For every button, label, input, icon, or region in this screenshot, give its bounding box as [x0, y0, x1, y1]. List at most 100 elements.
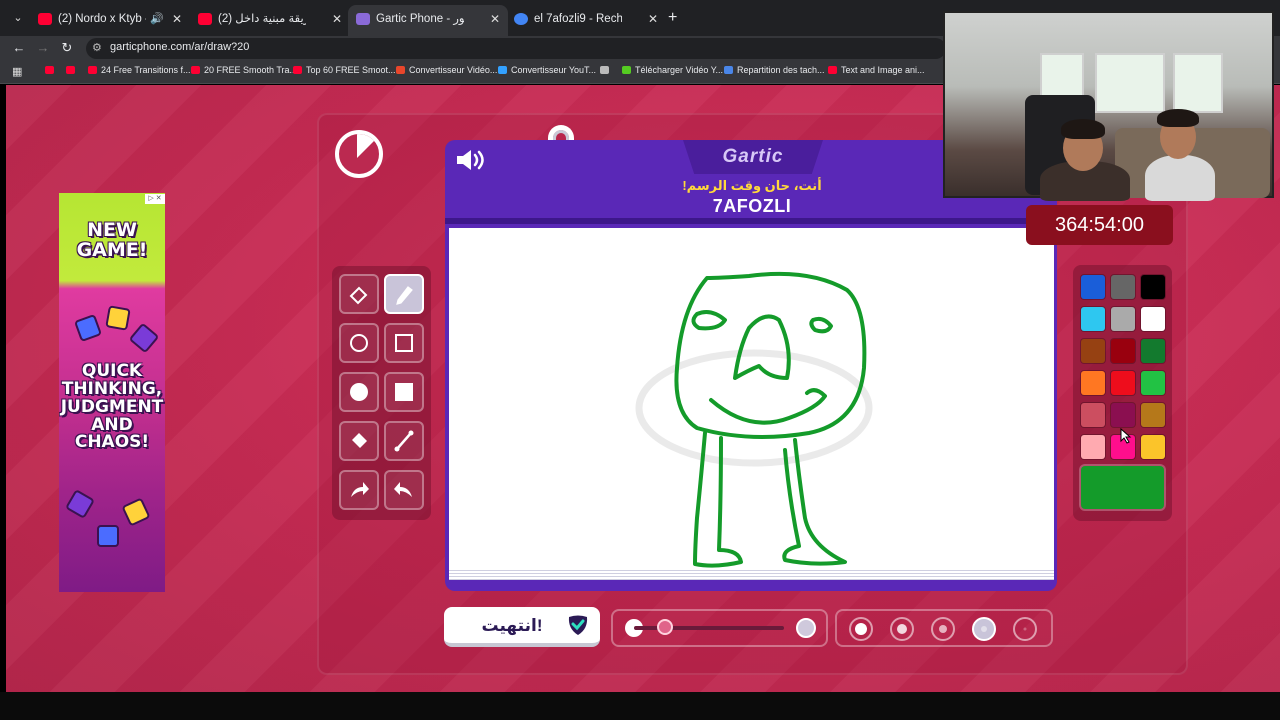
bookmark-favicon-icon: [396, 66, 405, 74]
url-text: garticphone.com/ar/draw?20: [110, 41, 250, 53]
bookmark-item[interactable]: Convertisseur Vidéo...: [396, 65, 497, 75]
pencil-tool[interactable]: [384, 274, 424, 314]
nose-stroke: [733, 314, 791, 380]
gartic-phone-icon: [356, 13, 370, 25]
fill-bucket-tool[interactable]: [339, 421, 379, 461]
bookmark-item[interactable]: 24 Free Transitions f...: [88, 65, 191, 75]
color-swatch[interactable]: [1081, 403, 1105, 427]
forward-arrow-icon[interactable]: →: [34, 38, 52, 58]
opacity-option[interactable]: [931, 617, 955, 641]
color-swatch[interactable]: [1141, 435, 1165, 459]
ad-dice-icon: [121, 497, 151, 527]
player-name: 7AFOZLI: [712, 196, 792, 216]
gartic-logo: Gartic: [722, 146, 784, 167]
tab-3[interactable]: el 7afozli9 - Recherche Google ✕: [506, 5, 666, 36]
screen: ⌄ (2) Nordo x Ktyb - Klem (Of 🔊 ✕ (2) مد…: [0, 0, 1280, 720]
color-swatch[interactable]: [1111, 403, 1135, 427]
rectangle-filled-tool[interactable]: [384, 372, 424, 412]
ad-tagline-line: CHAOS!: [74, 432, 150, 453]
tab-0[interactable]: (2) Nordo x Ktyb - Klem (Of 🔊 ✕: [30, 5, 190, 36]
opacity-dot: [1023, 627, 1027, 631]
tab-title: (2) مدينة عربية عريقة مبنية داخل: [218, 13, 306, 25]
bottom-black-bar: [0, 692, 1280, 720]
color-swatch[interactable]: [1081, 339, 1105, 363]
bookmark-item[interactable]: Repartition des tach...: [724, 65, 825, 75]
color-swatch[interactable]: [1081, 371, 1105, 395]
reload-icon[interactable]: ↻: [58, 38, 76, 58]
color-swatch[interactable]: [1141, 339, 1165, 363]
window: [1095, 53, 1165, 113]
person-left-hair: [1061, 119, 1105, 139]
speaker-icon[interactable]: 🔊: [150, 5, 164, 33]
bookmark-item[interactable]: Text and Image ani...: [828, 65, 925, 75]
opacity-option[interactable]: [890, 617, 914, 641]
back-arrow-icon[interactable]: ←: [10, 38, 28, 58]
eraser-tool[interactable]: [339, 274, 379, 314]
address-bar[interactable]: ⚙ garticphone.com/ar/draw?20: [86, 38, 946, 59]
ad-choices-icon[interactable]: ▷ ✕: [145, 194, 165, 204]
done-button[interactable]: انتهيت!: [444, 607, 600, 647]
ad-dice-icon: [105, 305, 131, 331]
apps-grid-icon[interactable]: ▦: [12, 66, 24, 78]
color-swatch[interactable]: [1081, 307, 1105, 331]
close-icon[interactable]: ✕: [490, 5, 500, 33]
bookmark-favicon-icon: [66, 66, 75, 74]
bookmark-item[interactable]: Convertisseur YouT...: [498, 65, 596, 75]
draw-prompt: أنت، حان وقت الرسم!: [682, 178, 822, 193]
bookmark-favicon-icon: [828, 66, 837, 74]
bookmark-favicon-icon: [600, 66, 609, 74]
redo-tool[interactable]: [384, 470, 424, 510]
sound-icon[interactable]: [455, 148, 487, 172]
tab-title: (2) Nordo x Ktyb - Klem (Of: [58, 13, 146, 25]
opacity-dot: [939, 625, 947, 633]
ellipse-filled-tool[interactable]: [339, 372, 379, 412]
bookmark-label: Convertisseur YouT...: [511, 65, 597, 75]
opacity-dot: [981, 626, 987, 632]
ellipse-outline-tool[interactable]: [339, 323, 379, 363]
person-right: [1145, 155, 1215, 201]
opacity-option[interactable]: [972, 617, 996, 641]
line-tool[interactable]: [384, 421, 424, 461]
opacity-dot: [855, 623, 867, 635]
stream-clock: 364:54:00: [1026, 205, 1173, 245]
ad-dice-icon: [64, 488, 96, 520]
mouth-stroke: [709, 388, 827, 425]
bookmark-favicon-icon: [88, 66, 97, 74]
right-eye-stroke: [809, 316, 833, 334]
bookmark-label: 20 FREE Smooth Tra...: [204, 65, 298, 75]
color-swatch[interactable]: [1111, 275, 1135, 299]
tab-search-chevron-icon[interactable]: ⌄: [8, 9, 28, 27]
color-swatch[interactable]: [1111, 339, 1135, 363]
tab-1[interactable]: (2) مدينة عربية عريقة مبنية داخل ✕: [190, 5, 350, 36]
color-swatch[interactable]: [1141, 371, 1165, 395]
color-swatch[interactable]: [1141, 403, 1165, 427]
bookmark-label: Télécharger Vidéo Y...: [635, 65, 724, 75]
bookmark-item[interactable]: 20 FREE Smooth Tra...: [191, 65, 297, 75]
color-swatch[interactable]: [1111, 307, 1135, 331]
bookmark-item[interactable]: Top 60 FREE Smoot...: [293, 65, 396, 75]
rectangle-outline-tool[interactable]: [384, 323, 424, 363]
tab-2-active[interactable]: Gartic Phone - الهاتف المكسور ✕: [348, 5, 508, 36]
site-info-icon[interactable]: ⚙: [92, 41, 102, 54]
bookmark-favicon-icon: [724, 66, 733, 74]
ad-banner[interactable]: NEW GAME! QUICK THINKING, JUDGMENT AND CHAOS…: [59, 193, 165, 592]
opacity-option[interactable]: [849, 617, 873, 641]
webcam-overlay: [943, 11, 1274, 201]
color-swatch[interactable]: [1141, 307, 1165, 331]
round-timer-icon: [335, 130, 383, 178]
color-swatch[interactable]: [1141, 275, 1165, 299]
bookmark-item[interactable]: Télécharger Vidéo Y...: [622, 65, 723, 75]
ad-dice-icon: [128, 322, 160, 354]
close-icon[interactable]: ✕: [172, 5, 182, 33]
color-swatch[interactable]: [1111, 371, 1135, 395]
color-swatch[interactable]: [1081, 435, 1105, 459]
new-tab-plus-icon[interactable]: +: [668, 9, 677, 27]
undo-tool[interactable]: [339, 470, 379, 510]
opacity-option[interactable]: [1013, 617, 1037, 641]
ad-tagline-line: JUDGMENT: [60, 396, 164, 417]
close-icon[interactable]: ✕: [332, 5, 342, 33]
color-swatch[interactable]: [1081, 275, 1105, 299]
brush-size-slider-knob[interactable]: [657, 619, 673, 635]
bookmark-favicon-icon: [498, 66, 507, 74]
close-icon[interactable]: ✕: [648, 5, 658, 33]
